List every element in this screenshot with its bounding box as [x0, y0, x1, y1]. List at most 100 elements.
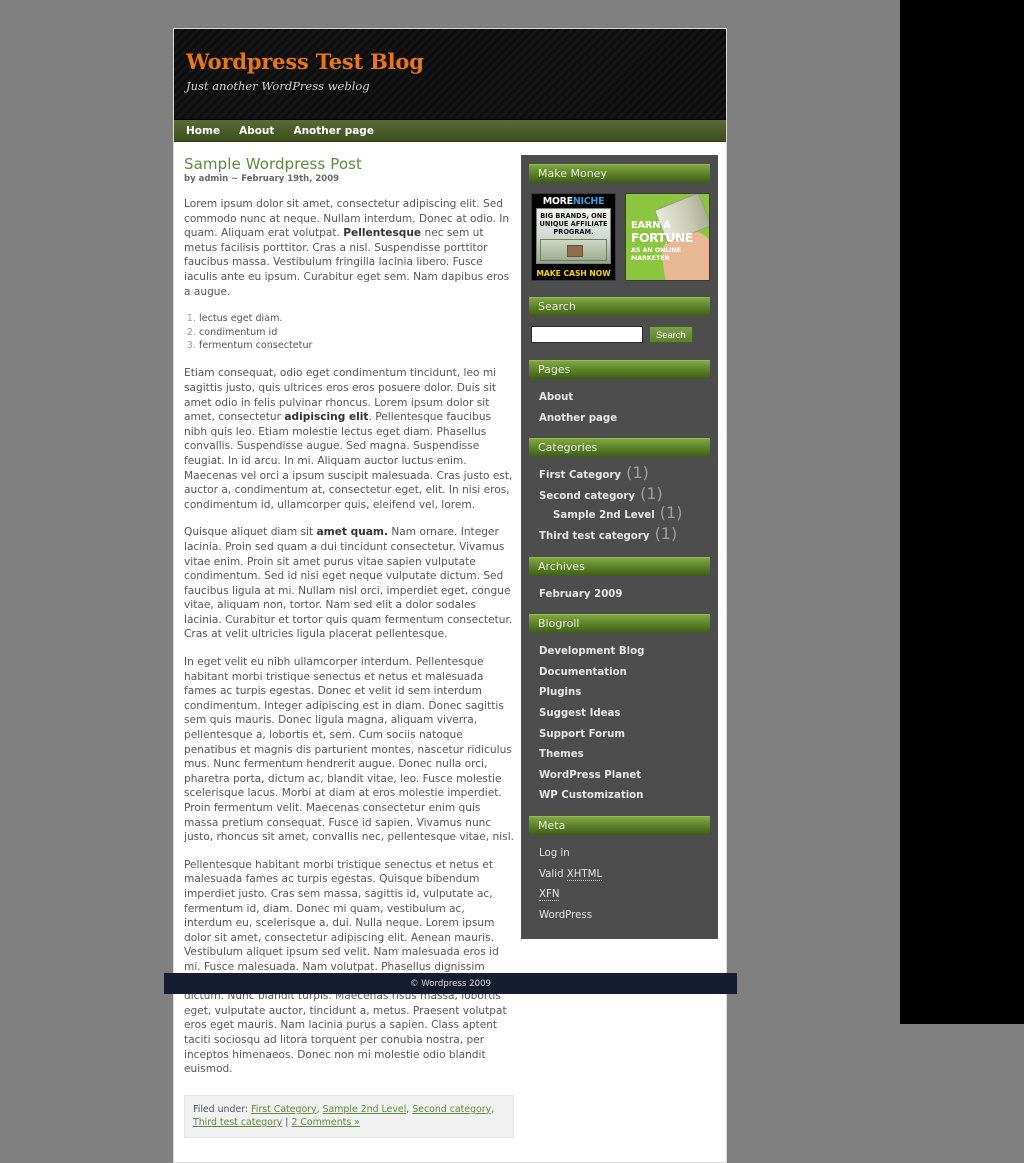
- page-link-about[interactable]: About: [539, 392, 573, 403]
- widget-title-pages: Pages: [529, 360, 710, 379]
- list-item: WP Customization: [539, 783, 710, 803]
- moreniche-panel: BIG BRANDS, ONE UNIQUE AFFILIATE PROGRAM…: [536, 208, 611, 264]
- p3-text-a: Quisque aliquet diam sit: [184, 526, 317, 539]
- archives-list: February 2009: [539, 582, 710, 602]
- widget-body-pages: About Another page: [529, 379, 710, 428]
- category-count: (1): [626, 463, 649, 483]
- fortune-line-2: FORTUNE: [631, 230, 693, 245]
- site-header: Wordpress Test Blog Just another WordPre…: [174, 29, 726, 120]
- widget-pages: Pages About Another page: [529, 360, 710, 428]
- filed-link-first-category[interactable]: First Category: [251, 1104, 317, 1115]
- p1-bold: Pellentesque: [343, 227, 422, 240]
- widget-body-categories: First Category (1) Second category (1) S…: [529, 457, 710, 546]
- xhtml-abbr: XHTML: [566, 868, 603, 881]
- widget-title-blogroll: Blogroll: [529, 614, 710, 634]
- list-item: Support Forum: [539, 722, 710, 742]
- list-item: fermentum consectetur: [199, 339, 516, 352]
- category-count: (1): [654, 523, 678, 543]
- post-filed-under: Filed under: First Category, Sample 2nd …: [184, 1094, 514, 1138]
- list-item: Documentation: [539, 660, 710, 680]
- p2-text-b: . Pellentesque faucibus nibh quis leo. E…: [184, 411, 513, 511]
- search-input[interactable]: [531, 326, 643, 343]
- blogroll-link-support-forum[interactable]: Support Forum: [539, 729, 625, 740]
- blogroll-link-wordpress-planet[interactable]: WordPress Planet: [539, 770, 641, 781]
- blogroll-link-themes[interactable]: Themes: [539, 749, 584, 760]
- widget-title-archives: Archives: [529, 556, 710, 576]
- post-body: Lorem ipsum dolor sit amet, consectetur …: [182, 197, 516, 1077]
- nav-item-home[interactable]: Home: [186, 125, 220, 137]
- post-title[interactable]: Sample Wordpress Post: [184, 155, 516, 173]
- nav-item-another-page[interactable]: Another page: [293, 125, 374, 137]
- list-item: Plugins: [539, 680, 710, 700]
- site-title[interactable]: Wordpress Test Blog: [186, 49, 424, 74]
- moreniche-ad[interactable]: MORENICHE BIG BRANDS, ONE UNIQUE AFFILIA…: [531, 193, 616, 281]
- widget-meta: Meta Log in Valid XHTML XFN WordPress: [529, 815, 710, 925]
- filed-link-third-test-category[interactable]: Third test category: [193, 1117, 282, 1128]
- post-meta: by admin ~ February 19th, 2009: [184, 174, 340, 184]
- page-link-another-page[interactable]: Another page: [539, 413, 617, 424]
- nav-item-about[interactable]: About: [239, 125, 274, 137]
- meta-link-valid-xhtml[interactable]: Valid XHTML: [539, 868, 603, 881]
- category-link-first-category[interactable]: First Category: [539, 470, 621, 481]
- widget-body-make-money: MORENICHE BIG BRANDS, ONE UNIQUE AFFILIA…: [529, 183, 710, 287]
- meta-link-log-in[interactable]: Log in: [539, 848, 570, 859]
- widget-title-search: Search: [529, 297, 710, 316]
- blogroll-link-plugins[interactable]: Plugins: [539, 687, 581, 698]
- filed-link-second-category[interactable]: Second category: [412, 1104, 491, 1115]
- blogroll-link-suggest-ideas[interactable]: Suggest Ideas: [539, 708, 621, 719]
- list-item: February 2009: [539, 582, 710, 602]
- category-count: (1): [659, 503, 683, 523]
- categories-list: First Category (1) Second category (1) S…: [539, 463, 710, 543]
- p3-text-b: Nam ornare. Integer lacinia. Proin sed q…: [184, 526, 513, 641]
- widget-title-categories: Categories: [529, 438, 710, 458]
- moreniche-brand: MORENICHE: [532, 196, 615, 207]
- widget-title-meta: Meta: [529, 815, 710, 835]
- pages-list: About Another page: [539, 385, 710, 425]
- post-paragraph-3: Quisque aliquet diam sit amet quam. Nam …: [184, 525, 516, 642]
- list-item: Valid XHTML: [539, 862, 710, 882]
- widget-body-search: Search: [529, 316, 710, 350]
- list-item: WordPress Planet: [539, 763, 710, 783]
- post-paragraph-4: In eget velit eu nibh ullamcorper interd…: [184, 656, 515, 844]
- list-item: Another page: [539, 406, 710, 426]
- list-item: Third test category (1): [539, 524, 710, 544]
- list-item: Suggest Ideas: [539, 701, 710, 721]
- list-item: Themes: [539, 742, 710, 762]
- meta-link-wordpress[interactable]: WordPress: [539, 910, 592, 921]
- p2-bold: adipiscing elit: [284, 411, 369, 424]
- moreniche-cta: MAKE CASH NOW: [536, 269, 611, 278]
- moreniche-headline: BIG BRANDS, ONE UNIQUE AFFILIATE PROGRAM…: [539, 212, 608, 237]
- list-item: XFN: [539, 882, 710, 902]
- search-button[interactable]: Search: [649, 326, 693, 343]
- banknote-graphic: [540, 239, 607, 261]
- p3-bold: amet quam.: [316, 526, 388, 539]
- primary-navigation: Home About Another page: [174, 120, 726, 142]
- moreniche-brand-more: MORE: [542, 196, 573, 207]
- blogroll-link-development-blog[interactable]: Development Blog: [539, 646, 644, 657]
- meta-link-xfn[interactable]: XFN: [539, 889, 560, 902]
- archive-link-february-2009[interactable]: February 2009: [539, 589, 622, 600]
- list-item: WordPress: [539, 903, 710, 923]
- ad-list: MORENICHE BIG BRANDS, ONE UNIQUE AFFILIA…: [530, 189, 710, 285]
- categories-sublist: Sample 2nd Level (1): [553, 503, 710, 523]
- list-item: Second category (1) Sample 2nd Level (1): [539, 484, 710, 523]
- blogroll-link-documentation[interactable]: Documentation: [539, 667, 627, 678]
- list-item: Development Blog: [539, 639, 710, 659]
- comments-link[interactable]: 2 Comments »: [291, 1117, 359, 1128]
- earn-a-fortune-ad[interactable]: EARN A FORTUNE AS AN ONLINE MARKETER: [625, 193, 710, 281]
- fortune-line-3: AS AN ONLINE MARKETER: [631, 246, 682, 262]
- filed-link-sample-2nd-level[interactable]: Sample 2nd Level: [323, 1104, 407, 1115]
- widget-blogroll: Blogroll Development Blog Documentation …: [529, 614, 710, 806]
- list-item: About: [539, 385, 710, 405]
- blogroll-list: Development Blog Documentation Plugins S…: [539, 639, 710, 803]
- blogroll-link-wp-customization[interactable]: WP Customization: [539, 790, 643, 801]
- site-description: Just another WordPress weblog: [186, 79, 370, 93]
- list-item: Log in: [539, 841, 710, 861]
- post-paragraph-5: Pellentesque habitant morbi tristique se…: [184, 858, 507, 1076]
- search-form: Search: [530, 322, 710, 348]
- category-link-sample-2nd-level[interactable]: Sample 2nd Level: [553, 510, 655, 521]
- widget-body-blogroll: Development Blog Documentation Plugins S…: [529, 633, 710, 806]
- meta-list: Log in Valid XHTML XFN WordPress: [539, 841, 710, 922]
- category-link-third-test-category[interactable]: Third test category: [539, 531, 649, 542]
- category-link-second-category[interactable]: Second category: [539, 491, 635, 502]
